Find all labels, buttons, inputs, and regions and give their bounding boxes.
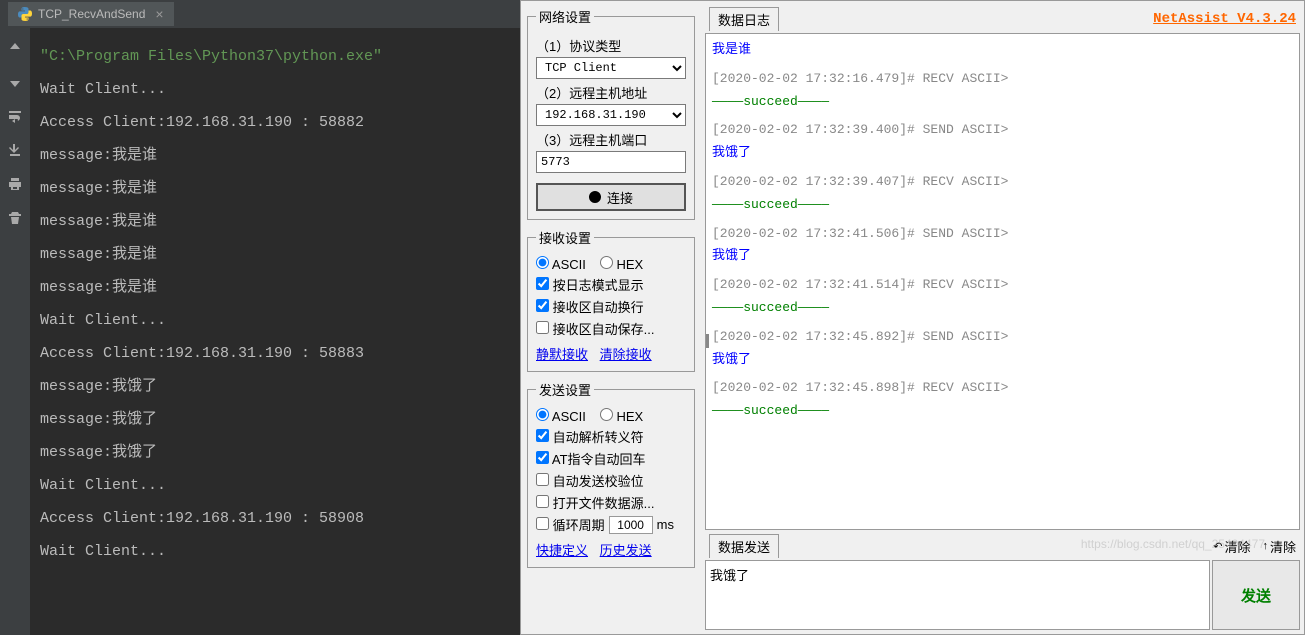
run-up-icon[interactable] bbox=[7, 40, 23, 56]
send-hex-radio[interactable]: HEX bbox=[600, 408, 643, 424]
arrow-left-icon: ↶ bbox=[1213, 540, 1222, 553]
log-timestamp: [2020-02-02 17:32:39.400]# SEND ASCII> bbox=[712, 120, 1293, 141]
splitter-handle[interactable] bbox=[705, 334, 709, 348]
netassist-panel: 网络设置 （1）协议类型 TCP Client （2）远程主机地址 192.16… bbox=[520, 0, 1305, 635]
console-line: Wait Client... bbox=[40, 73, 510, 106]
connect-dot-icon bbox=[589, 191, 601, 203]
run-down-icon[interactable] bbox=[7, 74, 23, 90]
log-succeed: ————succeed———— bbox=[712, 195, 1293, 216]
tab-title: TCP_RecvAndSend bbox=[38, 7, 145, 21]
trash-icon[interactable] bbox=[7, 210, 23, 226]
sendbox-legend: 数据发送 bbox=[709, 534, 779, 558]
python-icon bbox=[18, 7, 32, 21]
ide-body: "C:\Program Files\Python37\python.exe"Wa… bbox=[0, 28, 520, 635]
proto-label: （1）协议类型 bbox=[536, 36, 686, 55]
connect-button[interactable]: 连接 bbox=[536, 183, 686, 211]
send-opt2[interactable]: AT指令自动回车 bbox=[536, 449, 646, 468]
console-line: Access Client:192.168.31.190 : 58883 bbox=[40, 337, 510, 370]
console-line: Wait Client... bbox=[40, 304, 510, 337]
send-settings: 发送设置 ASCII HEX 自动解析转义符 AT指令自动回车 自动发送校验位 … bbox=[527, 380, 695, 568]
recv-legend: 接收设置 bbox=[536, 228, 594, 247]
recv-ascii-radio[interactable]: ASCII bbox=[536, 256, 586, 272]
silent-recv-link[interactable]: 静默接收 bbox=[536, 347, 588, 362]
console-line: Wait Client... bbox=[40, 469, 510, 502]
wrap-icon[interactable] bbox=[7, 108, 23, 124]
console-line: message:我是谁 bbox=[40, 172, 510, 205]
send-button[interactable]: 发送 bbox=[1212, 560, 1300, 630]
network-legend: 网络设置 bbox=[536, 7, 594, 26]
recv-opt2[interactable]: 接收区自动换行 bbox=[536, 297, 644, 316]
log-timestamp: [2020-02-02 17:32:45.892]# SEND ASCII> bbox=[712, 327, 1293, 348]
log-timestamp: [2020-02-02 17:32:16.479]# RECV ASCII> bbox=[712, 69, 1293, 90]
send-legend: 发送设置 bbox=[536, 380, 594, 399]
host-select[interactable]: 192.168.31.190 bbox=[536, 104, 686, 126]
log-message: 我饿了 bbox=[712, 350, 1293, 371]
console-output[interactable]: "C:\Program Files\Python37\python.exe"Wa… bbox=[30, 28, 520, 635]
send-section: 数据发送 ↶ 清除 ↑ 清除 发送 bbox=[705, 534, 1300, 630]
console-line: message:我是谁 bbox=[40, 139, 510, 172]
clear-recv-link[interactable]: 清除接收 bbox=[600, 347, 652, 362]
connect-label: 连接 bbox=[607, 188, 633, 207]
ide-tab[interactable]: TCP_RecvAndSend × bbox=[8, 2, 174, 26]
log-column: 数据日志 NetAssist V4.3.24 我是谁 [2020-02-02 17… bbox=[701, 1, 1304, 634]
console-line: message:我是谁 bbox=[40, 205, 510, 238]
ide-panel: TCP_RecvAndSend × "C:\Program Files\Pyth… bbox=[0, 0, 520, 635]
cycle-unit: ms bbox=[657, 517, 674, 532]
recv-opt1[interactable]: 按日志模式显示 bbox=[536, 275, 644, 294]
port-label: （3）远程主机端口 bbox=[536, 130, 686, 149]
port-input[interactable] bbox=[536, 151, 686, 173]
recv-opt3[interactable]: 接收区自动保存... bbox=[536, 319, 654, 338]
ide-tab-bar: TCP_RecvAndSend × bbox=[0, 0, 520, 28]
log-area[interactable]: 我是谁 [2020-02-02 17:32:16.479]# RECV ASCII… bbox=[705, 33, 1300, 530]
log-succeed: ————succeed———— bbox=[712, 92, 1293, 113]
console-line: Access Client:192.168.31.190 : 58908 bbox=[40, 502, 510, 535]
console-line: Wait Client... bbox=[40, 535, 510, 568]
print-icon[interactable] bbox=[7, 176, 23, 192]
log-legend: 数据日志 bbox=[709, 7, 779, 31]
send-opt5[interactable]: 循环周期 bbox=[536, 515, 605, 534]
log-timestamp: [2020-02-02 17:32:39.407]# RECV ASCII> bbox=[712, 172, 1293, 193]
send-opt1[interactable]: 自动解析转义符 bbox=[536, 427, 644, 446]
console-line: Access Client:192.168.31.190 : 58882 bbox=[40, 106, 510, 139]
log-timestamp: [2020-02-02 17:32:41.506]# SEND ASCII> bbox=[712, 224, 1293, 245]
arrow-up-icon: ↑ bbox=[1262, 540, 1268, 552]
clear2-button[interactable]: ↑ 清除 bbox=[1262, 537, 1296, 556]
console-line: "C:\Program Files\Python37\python.exe" bbox=[40, 40, 510, 73]
recv-settings: 接收设置 ASCII HEX 按日志模式显示 接收区自动换行 接收区自动保存..… bbox=[527, 228, 695, 372]
console-line: message:我是谁 bbox=[40, 238, 510, 271]
console-line: message:我饿了 bbox=[40, 436, 510, 469]
console-line: message:我饿了 bbox=[40, 403, 510, 436]
close-icon[interactable]: × bbox=[155, 6, 163, 22]
download-icon[interactable] bbox=[7, 142, 23, 158]
send-ascii-radio[interactable]: ASCII bbox=[536, 408, 586, 424]
console-line: message:我饿了 bbox=[40, 370, 510, 403]
history-send-link[interactable]: 历史发送 bbox=[600, 543, 652, 558]
clear1-button[interactable]: ↶ 清除 bbox=[1213, 537, 1250, 556]
host-label: （2）远程主机地址 bbox=[536, 83, 686, 102]
log-message: 我饿了 bbox=[712, 143, 1293, 164]
protocol-select[interactable]: TCP Client bbox=[536, 57, 686, 79]
log-succeed: ————succeed———— bbox=[712, 401, 1293, 422]
log-timestamp: [2020-02-02 17:32:41.514]# RECV ASCII> bbox=[712, 275, 1293, 296]
brand-label[interactable]: NetAssist V4.3.24 bbox=[1153, 11, 1296, 27]
log-timestamp: [2020-02-02 17:32:45.898]# RECV ASCII> bbox=[712, 378, 1293, 399]
quick-def-link[interactable]: 快捷定义 bbox=[536, 543, 588, 558]
log-message: 我是谁 bbox=[712, 40, 1293, 61]
log-message: 我饿了 bbox=[712, 246, 1293, 267]
network-settings: 网络设置 （1）协议类型 TCP Client （2）远程主机地址 192.16… bbox=[527, 7, 695, 220]
send-textarea[interactable] bbox=[705, 560, 1210, 630]
cycle-input[interactable] bbox=[609, 516, 653, 534]
console-line: message:我是谁 bbox=[40, 271, 510, 304]
ide-gutter bbox=[0, 28, 30, 635]
recv-hex-radio[interactable]: HEX bbox=[600, 256, 643, 272]
settings-column: 网络设置 （1）协议类型 TCP Client （2）远程主机地址 192.16… bbox=[521, 1, 701, 634]
log-succeed: ————succeed———— bbox=[712, 298, 1293, 319]
log-header: 数据日志 NetAssist V4.3.24 bbox=[705, 5, 1300, 33]
send-opt3[interactable]: 自动发送校验位 bbox=[536, 471, 644, 490]
send-opt4[interactable]: 打开文件数据源... bbox=[536, 493, 654, 512]
